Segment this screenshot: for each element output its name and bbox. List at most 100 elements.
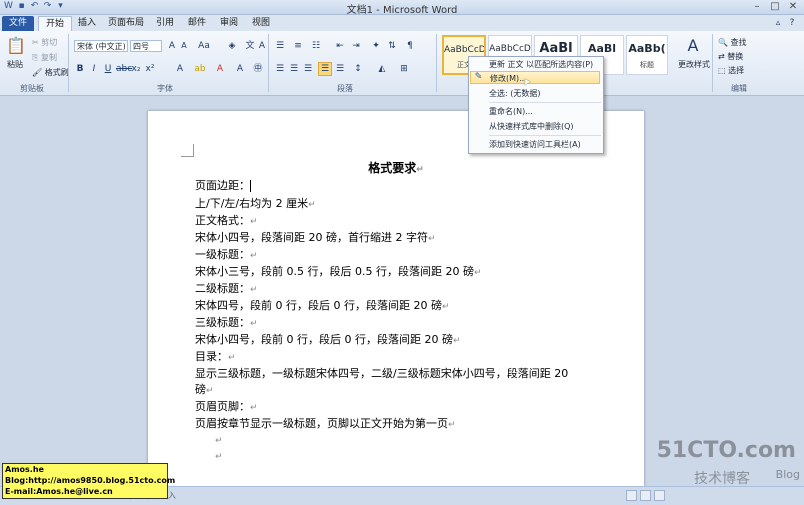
close-button[interactable]: ✕: [784, 0, 802, 13]
web-layout-view-button[interactable]: [654, 490, 665, 501]
bullets-icon[interactable]: ☰: [274, 40, 286, 52]
sort-icon[interactable]: ⇅: [386, 40, 398, 52]
font-group-label: 字体: [157, 84, 173, 93]
select-button[interactable]: ⬚ 选择: [718, 65, 744, 76]
line-text: 上/下/左/右均为 2 厘米: [195, 197, 309, 210]
select-label: 选择: [728, 66, 745, 75]
font-color-icon[interactable]: A: [214, 63, 226, 75]
tab-page-layout[interactable]: 页面布局: [106, 16, 146, 31]
minimize-ribbon-icon[interactable]: ▵: [772, 17, 784, 29]
print-layout-view-button[interactable]: [626, 490, 637, 501]
phonetic-guide-icon[interactable]: 文: [244, 40, 256, 52]
ribbon-tab-bar: 文件 开始 插入 页面布局 引用 邮件 审阅 视图 ▵ ?: [0, 15, 804, 32]
maximize-button[interactable]: □: [766, 0, 784, 13]
decrease-indent-icon[interactable]: ⇤: [334, 40, 346, 52]
document-line: 宋体小四号，段前 0 行，段后 0 行，段落间距 20 磅↵: [195, 331, 461, 347]
subscript-icon[interactable]: x₂: [130, 63, 142, 75]
tab-file[interactable]: 文件: [2, 16, 34, 31]
paragraph-mark: ↵: [250, 285, 258, 295]
document-line: 三级标题：↵: [195, 314, 258, 330]
full-screen-view-button[interactable]: [640, 490, 651, 501]
character-border-icon[interactable]: A: [256, 40, 268, 52]
show-marks-icon[interactable]: ¶: [404, 40, 416, 52]
menu-item-update-to-match[interactable]: 更新 正文 以匹配所选内容(P): [489, 59, 593, 70]
tab-view[interactable]: 视图: [248, 16, 274, 31]
title-bar: W ▪ ↶ ↷ ▾ 文档1 - Microsoft Word – □ ✕: [0, 0, 804, 16]
increase-indent-icon[interactable]: ⇥: [350, 40, 362, 52]
numbering-icon[interactable]: ≡: [292, 40, 304, 52]
cut-button[interactable]: ✂ 剪切: [32, 37, 57, 48]
document-line: 磅↵: [195, 381, 214, 397]
menu-item-select-all[interactable]: 全选: (无数据): [489, 88, 540, 99]
document-line: 正文格式：↵: [195, 212, 258, 228]
tab-review[interactable]: 审阅: [216, 16, 242, 31]
text-effects-icon[interactable]: A: [174, 63, 186, 75]
chinese-layout-icon[interactable]: ✦: [370, 40, 382, 52]
align-right-icon[interactable]: ☰: [302, 63, 314, 75]
text-cursor: [250, 180, 251, 192]
site-watermark: 51CTO.com 技术博客 Blog: [622, 438, 802, 487]
highlight-color-icon[interactable]: ab: [194, 63, 206, 75]
find-button[interactable]: 🔍 查找: [718, 37, 747, 48]
line-text: 宋体小三号，段前 0.5 行，段后 0.5 行，段落间距 20 磅: [195, 265, 474, 278]
shading-icon[interactable]: ◭: [376, 63, 388, 75]
watermark-site: 51CTO.com: [656, 438, 796, 463]
menu-item-modify[interactable]: 修改(M)...: [470, 71, 600, 84]
style-tile-title[interactable]: AaBb( 标题: [626, 35, 668, 75]
change-case-icon[interactable]: Aa: [198, 40, 210, 52]
tab-home[interactable]: 开始: [38, 16, 72, 32]
tab-insert[interactable]: 插入: [74, 16, 100, 31]
replace-button[interactable]: ⇄ 替换: [718, 51, 743, 62]
tab-references[interactable]: 引用: [152, 16, 178, 31]
font-size-combo[interactable]: 四号: [130, 40, 162, 52]
paste-icon[interactable]: 📋: [6, 36, 26, 56]
superscript-icon[interactable]: x²: [144, 63, 156, 75]
paste-button[interactable]: 粘贴: [7, 59, 23, 70]
align-center-icon[interactable]: ☰: [288, 63, 300, 75]
font-name-combo[interactable]: 宋体 (中文正): [74, 40, 128, 52]
document-line: 显示三级标题，一级标题宋体四号，二级/三级标题宋体小四号，段落间距 20: [195, 365, 568, 381]
watermark-tagline: 技术博客: [694, 471, 750, 487]
paragraph-mark: ↵: [215, 436, 223, 446]
underline-icon[interactable]: U: [102, 63, 114, 75]
paragraph-mark: ↵: [452, 336, 461, 346]
document-line: 宋体小三号，段前 0.5 行，段后 0.5 行，段落间距 20 磅↵: [195, 263, 482, 279]
align-left-icon[interactable]: ☰: [274, 63, 286, 75]
change-styles-button[interactable]: 更改样式: [678, 59, 710, 70]
cut-label: 剪切: [41, 38, 58, 47]
menu-divider: [489, 102, 601, 103]
document-title-text: 格式要求: [368, 161, 417, 175]
line-spacing-icon[interactable]: ↕: [352, 63, 364, 75]
borders-icon[interactable]: ⊞: [398, 63, 410, 75]
document-line: 目录：↵: [195, 348, 236, 364]
paragraph-mark: ↵: [250, 319, 258, 329]
bold-icon[interactable]: B: [74, 63, 86, 75]
document-line: 页眉页脚：↵: [195, 398, 258, 414]
change-styles-icon[interactable]: A: [684, 37, 702, 55]
strikethrough-icon[interactable]: abc: [116, 63, 132, 75]
help-icon[interactable]: ?: [786, 17, 798, 29]
tab-mailings[interactable]: 邮件: [184, 16, 210, 31]
enclose-characters-icon[interactable]: ㊥: [252, 63, 264, 75]
minimize-button[interactable]: –: [748, 0, 766, 13]
justify-icon[interactable]: ☰: [318, 62, 332, 76]
format-painter-button[interactable]: 🖌 格式刷: [32, 67, 69, 78]
italic-icon[interactable]: I: [88, 63, 100, 75]
grow-font-icon[interactable]: A: [166, 40, 178, 52]
multilevel-list-icon[interactable]: ☷: [310, 40, 322, 52]
copy-button[interactable]: ⎘ 复制: [32, 52, 57, 63]
character-shading-icon[interactable]: A: [234, 63, 246, 75]
document-page[interactable]: 格式要求↵ 页面边距： 上/下/左/右均为 2 厘米↵ 正文格式：↵ 宋体小四号…: [148, 111, 644, 486]
clear-formatting-icon[interactable]: ◈: [226, 40, 238, 52]
shrink-font-icon[interactable]: A: [178, 40, 190, 52]
menu-item-add-to-quick-access[interactable]: 添加到快速访问工具栏(A): [489, 139, 581, 150]
margin-marker: [181, 144, 194, 157]
menu-item-remove-from-gallery[interactable]: 从快速样式库中删除(Q): [489, 121, 574, 132]
paragraph-mark: ↵: [228, 353, 236, 363]
style-context-menu: 更新 正文 以匹配所选内容(P) 修改(M)... ✎ ➤ 全选: (无数据) …: [468, 56, 604, 154]
divider: [712, 34, 713, 92]
distributed-icon[interactable]: ☰: [334, 63, 346, 75]
line-text: 显示三级标题，一级标题宋体四号，二级/三级标题宋体小四号，段落间距 20: [195, 367, 569, 380]
divider: [436, 34, 437, 92]
menu-item-rename[interactable]: 重命名(N)...: [489, 106, 533, 117]
